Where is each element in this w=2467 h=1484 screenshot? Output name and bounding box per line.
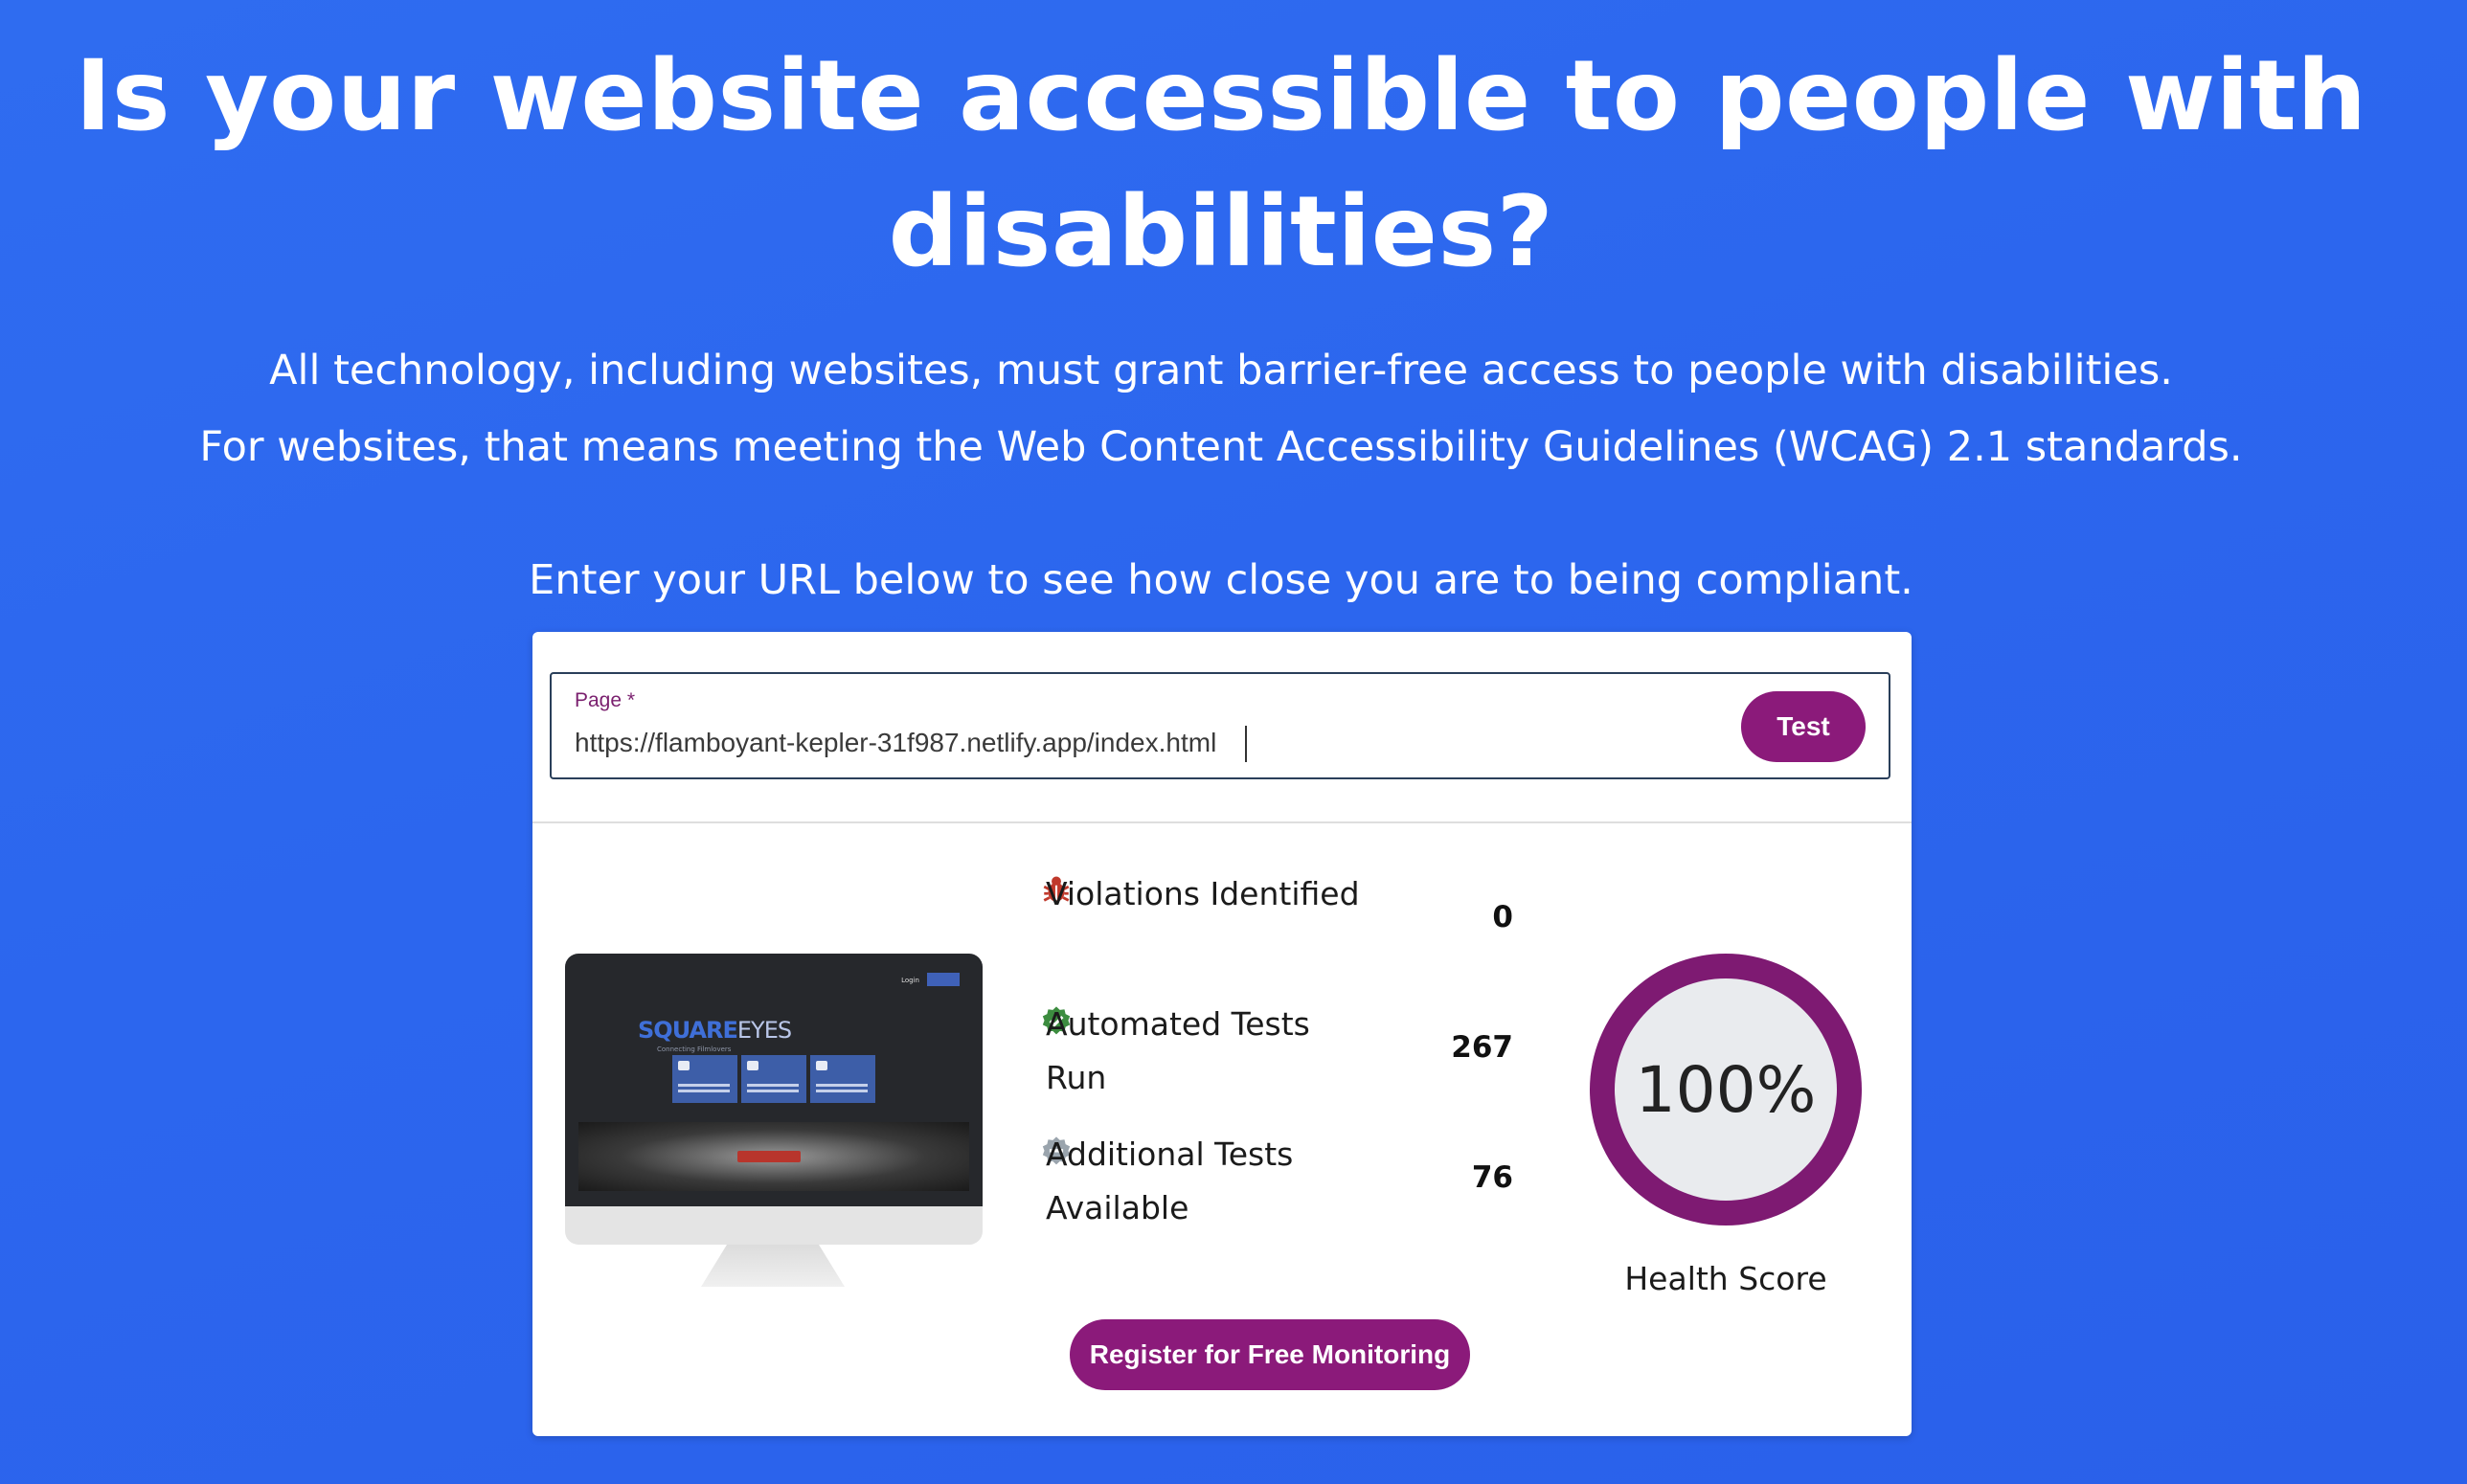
- page-url-input[interactable]: [575, 724, 1628, 762]
- additional-tests-label: Additional Tests Available: [1046, 1135, 1294, 1226]
- page-url-field[interactable]: Page * Test: [550, 672, 1890, 779]
- preview-tile: [810, 1055, 875, 1103]
- preview-tagline: Connecting Filmlovers: [657, 1046, 732, 1053]
- text-caret: [1245, 726, 1247, 762]
- additional-tests-value: 76: [1471, 1160, 1513, 1195]
- hero-instruction: Enter your URL below to see how close yo…: [529, 556, 1913, 604]
- monitor-chin: [565, 1206, 983, 1245]
- hero-title: Is your website accessible to people wit…: [75, 39, 2367, 289]
- preview-tile: [672, 1055, 737, 1103]
- card-divider: [532, 821, 1912, 823]
- health-score-ring: 100%: [1590, 954, 1862, 1225]
- register-monitoring-button[interactable]: Register for Free Monitoring: [1070, 1319, 1470, 1390]
- monitor-stand: [701, 1245, 845, 1287]
- preview-signup-button: [927, 973, 960, 986]
- health-score-label: Health Score: [1624, 1260, 1827, 1297]
- hero-description-1: All technology, including websites, must…: [269, 347, 2173, 394]
- preview-login-link: Login: [901, 977, 919, 984]
- test-button[interactable]: Test: [1741, 691, 1866, 762]
- violations-value: 0: [1492, 900, 1513, 934]
- site-preview-monitor: Login SQUAREEYES Connecting Filmlovers: [565, 954, 983, 1289]
- page-field-label: Page *: [575, 689, 636, 711]
- preview-tile: [741, 1055, 806, 1103]
- hero-description-2: For websites, that means meeting the Web…: [199, 423, 2243, 471]
- scan-card: Page * Test Login SQUAREEYES Connecting …: [532, 632, 1912, 1436]
- automated-tests-value: 267: [1451, 1030, 1513, 1065]
- violations-label: Violations Identified: [1046, 875, 1360, 912]
- health-score-value: 100%: [1615, 978, 1837, 1201]
- automated-tests-label: Automated Tests Run: [1046, 1005, 1310, 1096]
- preview-logo: SQUAREEYES: [638, 1017, 792, 1044]
- preview-cta-button: [737, 1151, 801, 1162]
- site-preview-screen: Login SQUAREEYES Connecting Filmlovers: [565, 954, 983, 1206]
